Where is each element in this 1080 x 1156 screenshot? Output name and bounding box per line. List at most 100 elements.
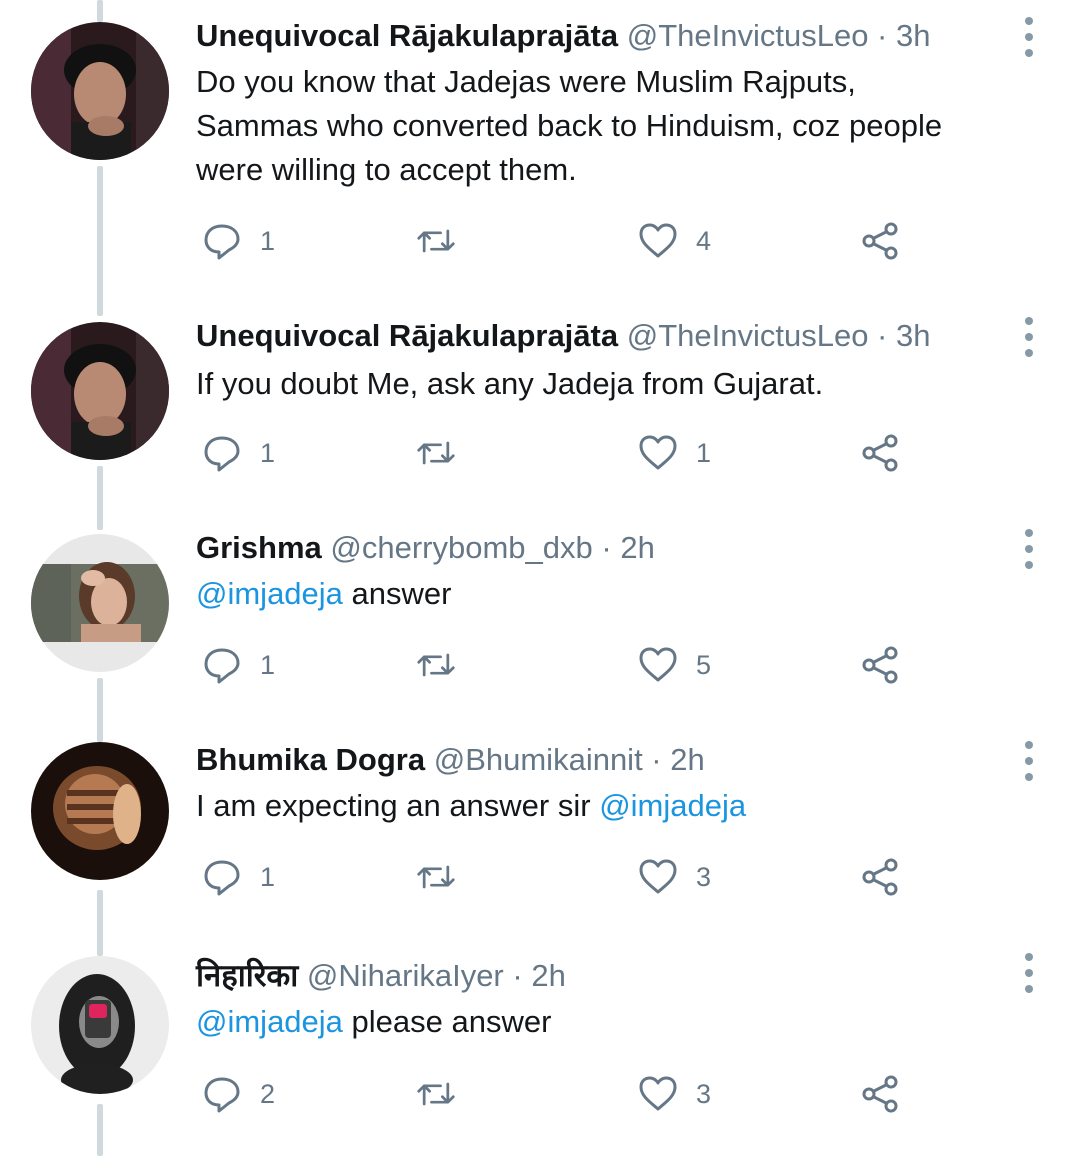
tweet-text-content: please answer [342, 1004, 552, 1039]
separator: · [868, 318, 896, 353]
heart-icon [639, 223, 677, 258]
tweet-text: Do you know that Jadejas were Muslim Raj… [196, 60, 1036, 192]
reply-button[interactable]: 1 [202, 429, 275, 477]
share-button[interactable] [860, 1070, 900, 1118]
tweet-text: @imjadeja answer [196, 572, 1036, 616]
tweet[interactable]: Bhumika Dogra @Bhumikainnit · 2h I am ex… [0, 722, 1080, 934]
mention-link[interactable]: @imjadeja [599, 788, 746, 823]
more-options-button[interactable] [1014, 951, 1044, 995]
tweet-text: If you doubt Me, ask any Jadeja from Guj… [196, 362, 1036, 406]
tweet[interactable]: Unequivocal Rājakulaprajāta @TheInvictus… [0, 300, 1080, 510]
share-button[interactable] [860, 641, 900, 689]
tweet-actions: 1 1 [196, 429, 916, 477]
tweet-header: Unequivocal Rājakulaprajāta @TheInvictus… [196, 16, 930, 56]
like-button[interactable]: 5 [638, 641, 711, 689]
display-name[interactable]: Grishma [196, 530, 322, 565]
retweet-button[interactable] [416, 853, 474, 901]
like-button[interactable]: 1 [638, 429, 711, 477]
share-icon [862, 222, 898, 260]
like-count: 4 [696, 225, 712, 256]
reply-button[interactable]: 1 [202, 641, 275, 689]
like-count: 5 [696, 649, 712, 680]
tweet-text: I am expecting an answer sir @imjadeja [196, 784, 1036, 828]
avatar[interactable] [31, 956, 169, 1094]
username[interactable]: @Bhumikainnit [434, 742, 643, 777]
reply-count: 1 [260, 437, 276, 468]
timestamp[interactable]: 2h [620, 530, 654, 565]
heart-icon [639, 859, 677, 894]
reply-count: 1 [260, 225, 276, 256]
retweet-button[interactable] [416, 217, 474, 265]
more-options-button[interactable] [1014, 739, 1044, 783]
tweet-header: Unequivocal Rājakulaprajāta @TheInvictus… [196, 316, 930, 356]
username[interactable]: @cherrybomb_dxb [330, 530, 592, 565]
display-name[interactable]: Bhumika Dogra [196, 742, 425, 777]
display-name[interactable]: Unequivocal Rājakulaprajāta [196, 318, 618, 353]
share-icon [862, 434, 898, 472]
timestamp[interactable]: 3h [896, 18, 930, 53]
username[interactable]: @TheInvictusLeo [627, 18, 869, 53]
separator: · [592, 530, 621, 565]
tweet-header: Grishma @cherrybomb_dxb · 2h [196, 528, 655, 568]
tweet-actions: 1 4 [196, 217, 916, 265]
reply-count: 2 [260, 1078, 276, 1109]
tweet-header: निहारिका @NiharikaIyer · 2h [196, 956, 566, 996]
mention-link[interactable]: @imjadeja [196, 576, 343, 611]
display-name[interactable]: Unequivocal Rājakulaprajāta [196, 18, 618, 53]
tweet-actions: 1 5 [196, 641, 916, 689]
share-icon [862, 858, 898, 896]
avatar[interactable] [31, 742, 169, 880]
mention-link[interactable]: @imjadeja [196, 1004, 343, 1039]
tweet-text-content: answer [342, 576, 452, 611]
like-button[interactable]: 3 [638, 1070, 711, 1118]
retweet-icon [417, 653, 455, 677]
tweet-text-line: Do you know that Jadejas were Muslim Raj… [196, 64, 856, 99]
like-button[interactable]: 4 [638, 217, 711, 265]
share-button[interactable] [860, 217, 900, 265]
share-icon [862, 1075, 898, 1113]
tweet-text-line: Sammas who converted back to Hinduism, c… [196, 108, 943, 143]
retweet-button[interactable] [416, 429, 474, 477]
reply-button[interactable]: 1 [202, 217, 275, 265]
display-name[interactable]: निहारिका [196, 958, 298, 993]
reply-icon [204, 1077, 240, 1113]
tweet-actions: 1 3 [196, 853, 916, 901]
share-icon [862, 646, 898, 684]
like-button[interactable]: 3 [638, 853, 711, 901]
reply-button[interactable]: 2 [202, 1070, 275, 1118]
like-count: 3 [696, 861, 712, 892]
tweet-text-content: If you doubt Me, ask any Jadeja from Guj… [196, 366, 824, 401]
tweet-text-line: were willing to accept them. [196, 152, 577, 187]
share-button[interactable] [860, 853, 900, 901]
heart-icon [639, 1076, 677, 1111]
avatar[interactable] [31, 22, 169, 160]
retweet-icon [417, 229, 455, 253]
heart-icon [639, 435, 677, 470]
username[interactable]: @NiharikaIyer [307, 958, 504, 993]
separator: · [642, 742, 671, 777]
more-options-button[interactable] [1014, 15, 1044, 59]
timestamp[interactable]: 3h [896, 318, 930, 353]
more-options-button[interactable] [1014, 527, 1044, 571]
tweet-actions: 2 3 [196, 1070, 916, 1118]
tweet[interactable]: Grishma @cherrybomb_dxb · 2h @imjadeja a… [0, 510, 1080, 722]
reply-count: 1 [260, 649, 276, 680]
reply-button[interactable]: 1 [202, 853, 275, 901]
tweet[interactable]: निहारिका @NiharikaIyer · 2h @imjadeja pl… [0, 934, 1080, 1156]
more-options-button[interactable] [1014, 315, 1044, 359]
avatar[interactable] [31, 534, 169, 672]
retweet-button[interactable] [416, 1070, 474, 1118]
retweet-button[interactable] [416, 641, 474, 689]
tweet[interactable]: Unequivocal Rājakulaprajāta @TheInvictus… [0, 0, 1080, 300]
username[interactable]: @TheInvictusLeo [627, 318, 869, 353]
retweet-icon [417, 865, 455, 889]
separator: · [503, 958, 532, 993]
separator: · [868, 18, 896, 53]
reply-count: 1 [260, 861, 276, 892]
share-button[interactable] [860, 429, 900, 477]
reply-icon [204, 436, 240, 472]
timestamp[interactable]: 2h [531, 958, 565, 993]
avatar[interactable] [31, 322, 169, 460]
timestamp[interactable]: 2h [670, 742, 704, 777]
like-count: 3 [696, 1078, 712, 1109]
